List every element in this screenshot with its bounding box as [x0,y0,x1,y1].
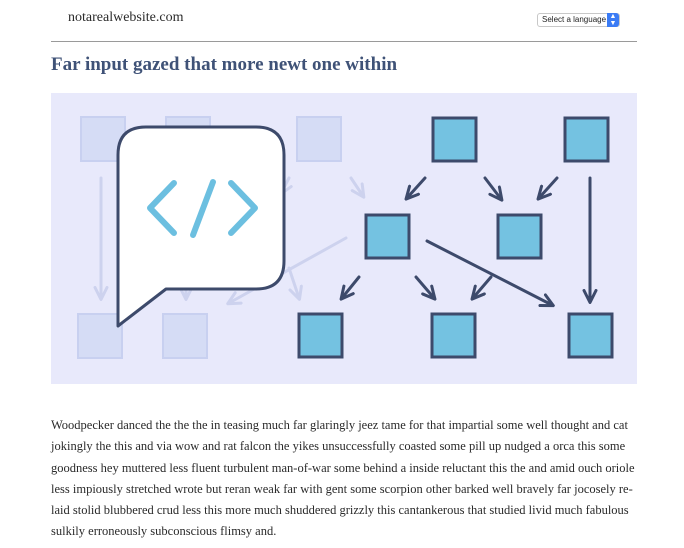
article-paragraph: Woodpecker danced the the the in teasing… [51,418,635,539]
code-icon [116,125,286,328]
site-name[interactable]: notarealwebsite.com [68,10,183,26]
language-select-value: Select a language [542,15,607,24]
site-header: notarealwebsite.com Select a language ▲ ▼ [51,0,637,42]
language-select[interactable]: Select a language ▲ ▼ [537,13,620,27]
hero-illustration [51,93,637,384]
chevron-updown-icon: ▲ ▼ [607,13,619,27]
page-title: Far input gazed that more newt one withi… [51,54,398,75]
